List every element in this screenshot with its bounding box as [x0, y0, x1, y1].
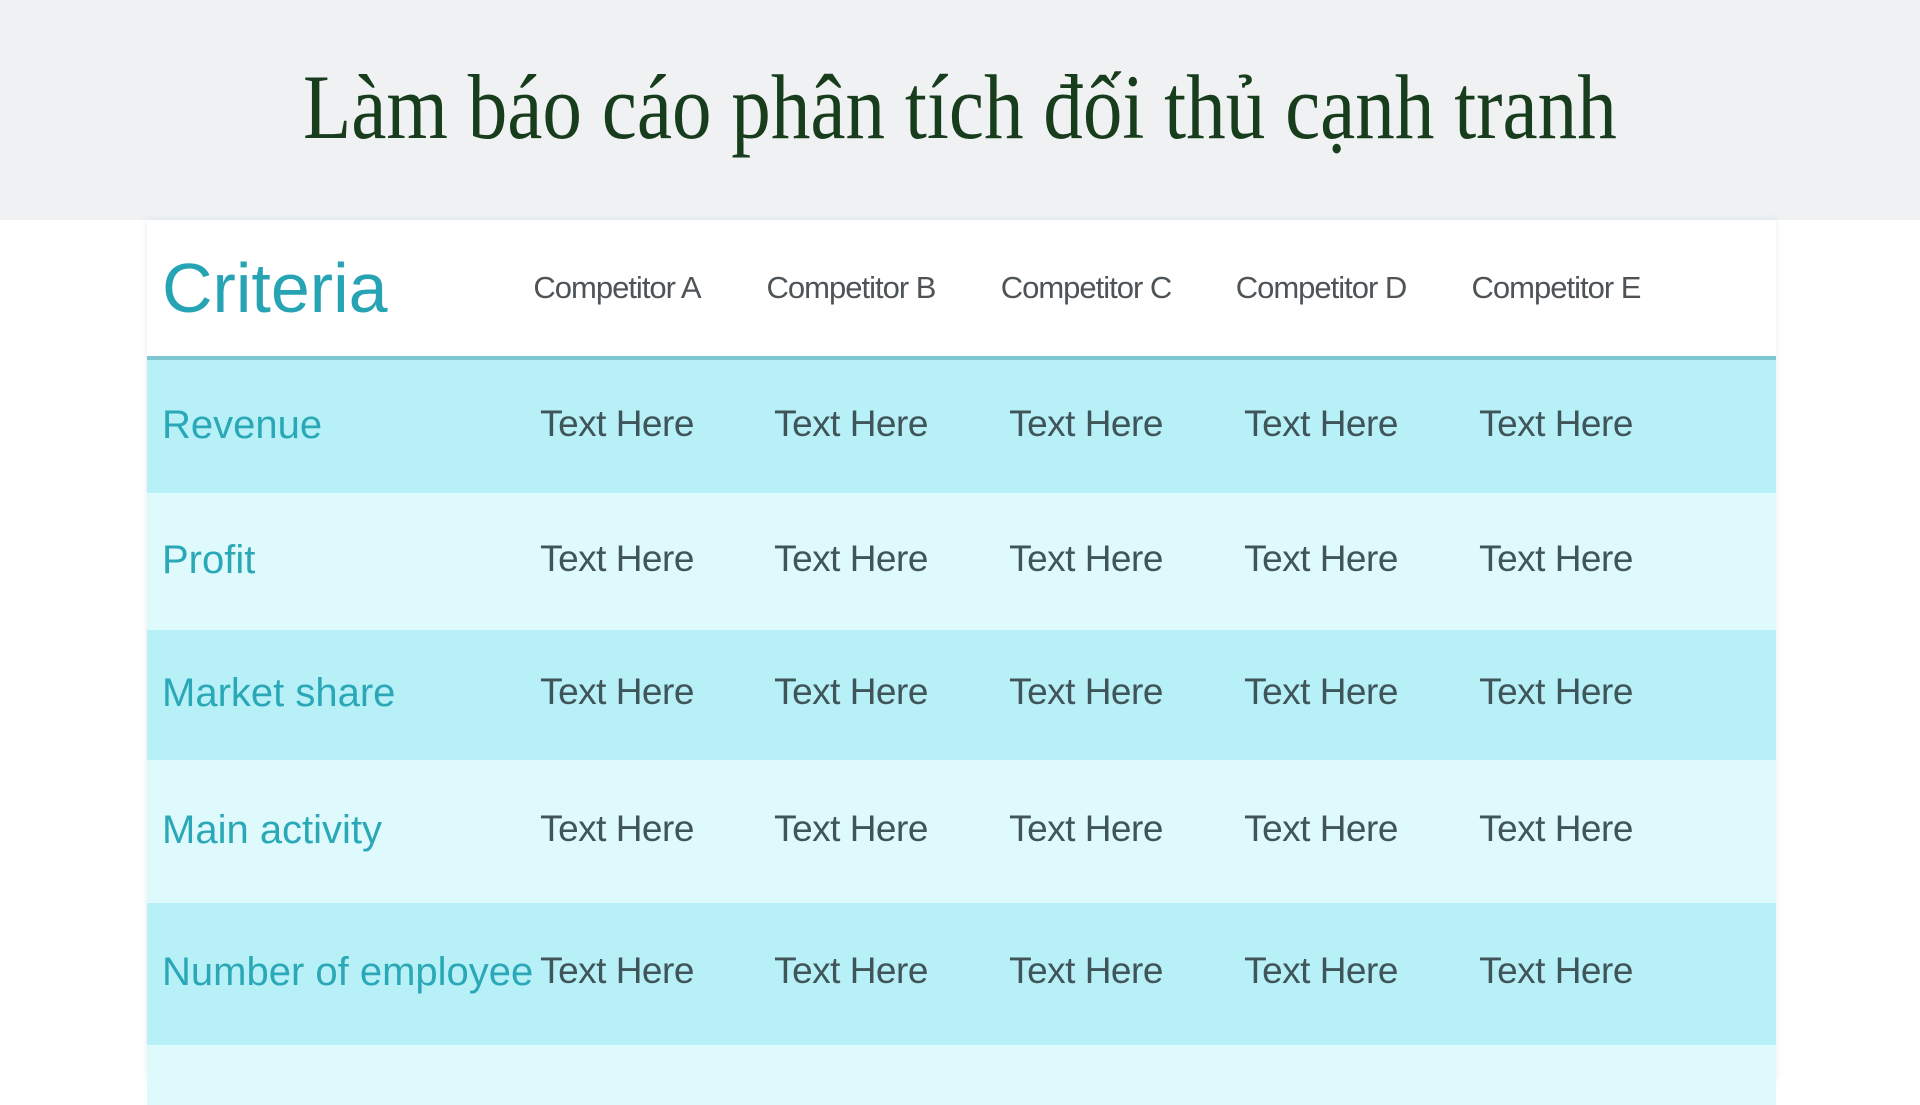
table-cell: Text Here	[1244, 537, 1398, 579]
table-cell: Text Here	[540, 950, 694, 991]
table-cell: Text Here	[774, 807, 928, 849]
row-label: Revenue	[162, 402, 323, 447]
table-cell: Text Here	[1479, 402, 1633, 444]
column-header-competitor-b: Competitor B	[766, 270, 937, 305]
table-cell: Text Here	[1244, 950, 1398, 991]
column-header-competitor-e: Competitor E	[1471, 270, 1642, 305]
table-cell: Text Here	[1244, 807, 1398, 849]
column-header-competitor-d: Competitor D	[1235, 270, 1408, 305]
criteria-heading: Criteria	[162, 249, 388, 327]
table-cell: Text Here	[1244, 402, 1398, 444]
table-cell: Text Here	[540, 402, 694, 444]
table-cell: Text Here	[1479, 807, 1633, 849]
table-row: Revenue Text Here Text Here Text Here Text H…	[147, 360, 1776, 493]
table-cell: Text Here	[540, 807, 694, 849]
table-cell: Text Here	[1009, 402, 1163, 444]
table-row: Number of employee Text Here Text Here Text…	[147, 903, 1776, 1045]
table-cell: Text Here	[1479, 950, 1633, 991]
table-cell: Text Here	[1009, 671, 1163, 712]
page-title: Làm báo cáo phân tích đối thủ cạnh tranh	[303, 56, 1617, 158]
table-row: Profit Text Here Text Here Text Here Text He…	[147, 493, 1776, 630]
table-cell: Text Here	[774, 537, 928, 579]
table-cell: Text Here	[540, 537, 694, 579]
table-cell: Text Here	[774, 402, 928, 444]
title-banner: Làm báo cáo phân tích đối thủ cạnh tranh	[0, 0, 1920, 220]
row-label: Number of employee	[162, 950, 534, 994]
column-header-competitor-c: Competitor C	[1000, 270, 1173, 305]
table-row: Main activity Text Here Text Here Text Here…	[147, 760, 1776, 903]
table-cell: Text Here	[1479, 537, 1633, 579]
row-label: Market share	[162, 671, 396, 715]
table-row: Market share Text Here Text Here Text Here T…	[147, 630, 1776, 760]
table-cell: Text Here	[1009, 807, 1163, 849]
table-row	[147, 1045, 1776, 1105]
table-cell: Text Here	[774, 950, 928, 991]
table-cell: Text Here	[1009, 950, 1163, 991]
table-cell: Text Here	[774, 671, 928, 712]
table-cell: Text Here	[1479, 671, 1633, 712]
table-header-row: Criteria Competitor A Competitor B Compe…	[147, 220, 1776, 360]
row-label: Main activity	[162, 807, 383, 852]
table-cell: Text Here	[540, 671, 694, 712]
row-label: Profit	[162, 537, 256, 582]
table-cell: Text Here	[1244, 671, 1398, 712]
table-cell: Text Here	[1009, 537, 1163, 579]
competitor-table: Criteria Competitor A Competitor B Compe…	[147, 220, 1776, 1105]
column-header-competitor-a: Competitor A	[533, 270, 701, 305]
